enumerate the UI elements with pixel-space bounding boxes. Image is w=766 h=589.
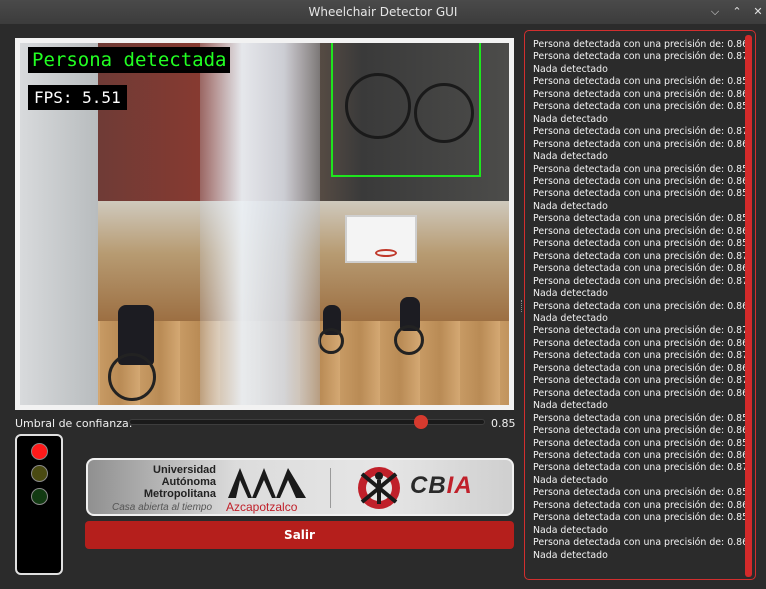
fps-label: FPS: 5.51 [28,85,127,110]
camera-feed: Persona detectada FPS: 5.51 [15,38,514,410]
log-entry: Persona detectada con una precisión de: … [533,175,749,187]
log-entry: Persona detectada con una precisión de: … [533,512,749,524]
log-entry: Persona detectada con una precisión de: … [533,76,749,88]
log-entry: Persona detectada con una precisión de: … [533,425,749,437]
detection-label: Persona detectada [28,47,231,73]
log-entry: Nada detectado [533,312,608,324]
log-entry: Nada detectado [533,288,608,300]
log-entry: Nada detectado [533,400,608,412]
camera-image: Persona detectada FPS: 5.51 [20,43,509,405]
detection-log[interactable]: Persona detectada con una precisión de: … [524,30,756,580]
close-icon[interactable]: ✕ [750,4,766,20]
threshold-value: 0.85 [491,417,516,430]
log-entry: Nada detectado [533,113,608,125]
log-entry: Persona detectada con una precisión de: … [533,39,749,50]
log-entry: Persona detectada con una precisión de: … [533,462,749,474]
log-entry: Persona detectada con una precisión de: … [533,412,749,424]
log-entry: Persona detectada con una precisión de: … [533,350,749,362]
log-entry: Nada detectado [533,474,608,486]
log-entry: Nada detectado [533,524,608,536]
green-light-icon [31,488,48,505]
uam-motto: Casa abierta al tiempo [112,502,213,513]
threshold-slider[interactable] [129,419,485,425]
log-entry: Persona detectada con una precisión de: … [533,537,749,549]
red-light-icon [31,443,48,460]
log-entry: Persona detectada con una precisión de: … [533,300,749,312]
log-entry: Persona detectada con una precisión de: … [533,449,749,461]
log-entry: Persona detectada con una precisión de: … [533,499,749,511]
chevron-up-icon[interactable]: ⌃ [729,4,745,20]
log-entry: Persona detectada con una precisión de: … [533,375,749,387]
log-entry: Persona detectada con una precisión de: … [533,225,749,237]
log-entry: Persona detectada con una precisión de: … [533,238,749,250]
log-entry: Persona detectada con una precisión de: … [533,213,749,225]
threshold-slider-handle[interactable] [414,415,428,429]
log-entry: Persona detectada con una precisión de: … [533,88,749,100]
log-entry: Persona detectada con una precisión de: … [533,263,749,275]
log-entry: Persona detectada con una precisión de: … [533,362,749,374]
log-list: Persona detectada con una precisión de: … [533,39,749,562]
log-entry: Nada detectado [533,63,608,75]
yellow-light-icon [31,465,48,482]
panel-splitter[interactable] [521,300,523,312]
log-entry: Persona detectada con una precisión de: … [533,275,749,287]
log-entry: Nada detectado [533,549,608,561]
uam-logo-icon [228,468,306,498]
log-entry: Persona detectada con una precisión de: … [533,437,749,449]
log-entry: Persona detectada con una precisión de: … [533,188,749,200]
institution-logos: Universidad Autónoma Metropolitana Casa … [86,458,514,516]
uam-name: Universidad Autónoma Metropolitana [143,464,216,500]
log-entry: Persona detectada con una precisión de: … [533,250,749,262]
log-entry: Persona detectada con una precisión de: … [533,487,749,499]
traffic-light-indicator [15,434,63,575]
log-scrollbar[interactable] [745,35,752,577]
log-entry: Persona detectada con una precisión de: … [533,163,749,175]
uam-campus: Azcapotzalco [226,500,298,514]
chevron-down-icon[interactable]: ⌵ [707,4,723,20]
log-entry: Persona detectada con una precisión de: … [533,101,749,113]
log-entry: Persona detectada con una precisión de: … [533,126,749,138]
log-entry: Nada detectado [533,151,608,163]
title-bar: Wheelchair Detector GUI ⌵ ⌃ ✕ [0,0,766,24]
exit-button[interactable]: Salir [85,521,514,549]
log-entry: Persona detectada con una precisión de: … [533,337,749,349]
log-entry: Persona detectada con una precisión de: … [533,387,749,399]
log-entry: Persona detectada con una precisión de: … [533,51,749,63]
cbi-logo-icon [358,467,400,509]
window-title: Wheelchair Detector GUI [308,5,458,19]
threshold-label: Umbral de confianza: [15,417,133,430]
log-entry: Persona detectada con una precisión de: … [533,138,749,150]
detection-bounding-box [331,43,481,177]
log-entry: Nada detectado [533,200,608,212]
log-entry: Persona detectada con una precisión de: … [533,325,749,337]
cbi-logo-text: CBIA [410,472,473,499]
